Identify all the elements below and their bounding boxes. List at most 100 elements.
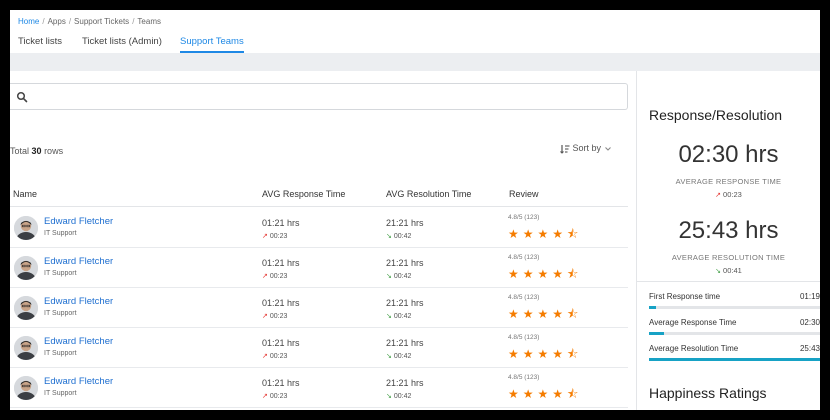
metric-label: Average Response Time [649, 318, 737, 327]
sort-by-dropdown[interactable]: Sort by [560, 143, 612, 154]
column-header-avg-resolution[interactable]: AVG Resolution Time [386, 189, 471, 199]
response-delta: ↗ 00:23 [262, 312, 287, 320]
breadcrumb-apps-link[interactable]: Apps [48, 17, 66, 26]
table-row[interactable]: Edward Fletcher IT Support 01:21 hrs ↗ 00:23… [10, 368, 628, 408]
breadcrumb-separator: / [132, 17, 135, 26]
star-rating-icon: ★★★★⯪ [508, 387, 583, 401]
search-input[interactable] [32, 88, 612, 106]
review-score: 4.8/5 (123) [508, 254, 540, 261]
agent-department: IT Support [44, 310, 77, 317]
star-rating-icon: ★★★★⯪ [508, 307, 583, 321]
happiness-ratings-title: Happiness Ratings [649, 385, 767, 401]
progress-fill [649, 358, 820, 361]
metric-average-resolution-bar [649, 358, 820, 361]
column-header-name[interactable]: Name [13, 189, 37, 199]
user-avatar-icon [14, 376, 38, 400]
response-delta-value: 00:23 [269, 393, 288, 400]
user-avatar-icon [14, 256, 38, 280]
breadcrumb-support-tickets-link[interactable]: Support Tickets [74, 17, 129, 26]
avg-response-delta: ↗ 00:23 [637, 190, 820, 199]
metric-average-resolution: Average Resolution Time 25:43 [649, 344, 820, 353]
agent-name-link[interactable]: Edward Fletcher [44, 216, 113, 227]
progress-fill [649, 306, 656, 309]
avg-response-time: 01:21 hrs [262, 298, 300, 308]
teams-table-panel: Total 30 rows Sort by Name AVG Response … [10, 71, 636, 410]
panel-title: Response/Resolution [649, 107, 783, 123]
tab-support-teams[interactable]: Support Teams [180, 36, 244, 53]
agent-name-link[interactable]: Edward Fletcher [44, 256, 113, 267]
avg-response-label: AVERAGE RESPONSE TIME [675, 177, 782, 186]
metric-first-response: First Response time 01:19 [649, 292, 820, 301]
table-row[interactable]: Edward Fletcher IT Support 01:21 hrs ↗ 00:23… [10, 288, 628, 328]
trend-up-icon: ↗ [262, 353, 268, 360]
tab-ticket-lists[interactable]: Ticket lists [18, 36, 62, 53]
resolution-delta-value: 00:42 [393, 233, 412, 240]
trend-up-icon: ↗ [715, 192, 722, 199]
avg-response-time: 01:21 hrs [262, 338, 300, 348]
trend-up-icon: ↗ [262, 233, 268, 240]
breadcrumb-home-link[interactable]: Home [18, 17, 39, 26]
star-rating-icon: ★★★★⯪ [508, 267, 583, 281]
table-row[interactable]: Edward Fletcher IT Support 01:21 hrs ↗ 00:23… [10, 248, 628, 288]
table-row[interactable]: Edward Fletcher IT Support 01:21 hrs ↗ 00:23… [10, 208, 628, 248]
trend-down-icon: ↘ [386, 313, 392, 320]
user-avatar-icon [14, 336, 38, 360]
avg-resolution-time: 21:21 hrs [386, 218, 424, 228]
resolution-delta: ↘ 00:42 [386, 232, 411, 240]
review-score: 4.8/5 (123) [508, 214, 540, 221]
trend-down-icon: ↘ [386, 233, 392, 240]
metric-value: 25:43 [799, 344, 820, 353]
progress-fill [649, 332, 665, 335]
table-header: Name AVG Response Time AVG Resolution Ti… [10, 181, 628, 207]
avatar [14, 336, 38, 360]
agent-name-link[interactable]: Edward Fletcher [44, 376, 113, 387]
metric-value: 02:30 [799, 318, 820, 327]
star-rating-icon: ★★★★⯪ [508, 347, 583, 361]
avg-response-value: 02:30 hrs [678, 141, 779, 168]
review-score: 4.8/5 (123) [508, 374, 540, 381]
avatar [14, 256, 38, 280]
avg-response-time: 01:21 hrs [262, 218, 300, 228]
avatar [14, 296, 38, 320]
breadcrumb-current-teams: Teams [137, 17, 161, 26]
response-resolution-panel: Response/Resolution 02:30 hrs AVERAGE RE… [637, 71, 820, 410]
response-delta: ↗ 00:23 [262, 352, 287, 360]
trend-up-icon: ↗ [262, 273, 268, 280]
app-frame: Home / Apps / Support Tickets / Teams Ticket l… [10, 10, 820, 410]
trend-up-icon: ↗ [262, 313, 268, 320]
user-avatar-icon [14, 216, 38, 240]
toolbar-spacer [10, 53, 820, 71]
avg-resolution-time: 21:21 hrs [386, 378, 424, 388]
breadcrumb: Home / Apps / Support Tickets / Teams [18, 17, 161, 26]
metric-label: Average Resolution Time [649, 344, 739, 353]
search-icon[interactable] [16, 91, 28, 103]
review-score: 4.8/5 (123) [508, 294, 540, 301]
resolution-delta-value: 00:42 [393, 353, 412, 360]
avg-response-time: 01:21 hrs [262, 258, 300, 268]
column-header-review[interactable]: Review [509, 189, 539, 199]
total-suffix: rows [44, 146, 64, 156]
sort-by-label: Sort by [572, 143, 602, 153]
panel-separator [637, 281, 820, 282]
avg-resolution-time: 21:21 hrs [386, 258, 424, 268]
breadcrumb-separator: / [68, 17, 72, 26]
tab-ticket-lists-admin[interactable]: Ticket lists (Admin) [82, 36, 162, 53]
response-delta: ↗ 00:23 [262, 272, 287, 280]
avg-response-time: 01:21 hrs [262, 378, 300, 388]
table-row[interactable]: Edward Fletcher IT Support 01:21 hrs ↗ 00:23… [10, 328, 628, 368]
resolution-delta-value: 00:42 [393, 393, 412, 400]
sort-icon [560, 144, 570, 154]
resolution-delta: ↘ 00:42 [386, 392, 411, 400]
metric-value: 01:19 [799, 292, 820, 301]
response-delta: ↗ 00:23 [262, 392, 287, 400]
avg-resolution-time: 21:21 hrs [386, 338, 424, 348]
trend-up-icon: ↗ [262, 393, 268, 400]
star-rating-icon: ★★★★⯪ [508, 227, 583, 241]
resolution-delta: ↘ 00:42 [386, 312, 411, 320]
response-delta-value: 00:23 [269, 353, 288, 360]
row-count: Total 30 rows [10, 146, 63, 156]
agent-name-link[interactable]: Edward Fletcher [44, 296, 113, 307]
agent-department: IT Support [44, 390, 77, 397]
agent-name-link[interactable]: Edward Fletcher [44, 336, 113, 347]
column-header-avg-response[interactable]: AVG Response Time [262, 189, 345, 199]
